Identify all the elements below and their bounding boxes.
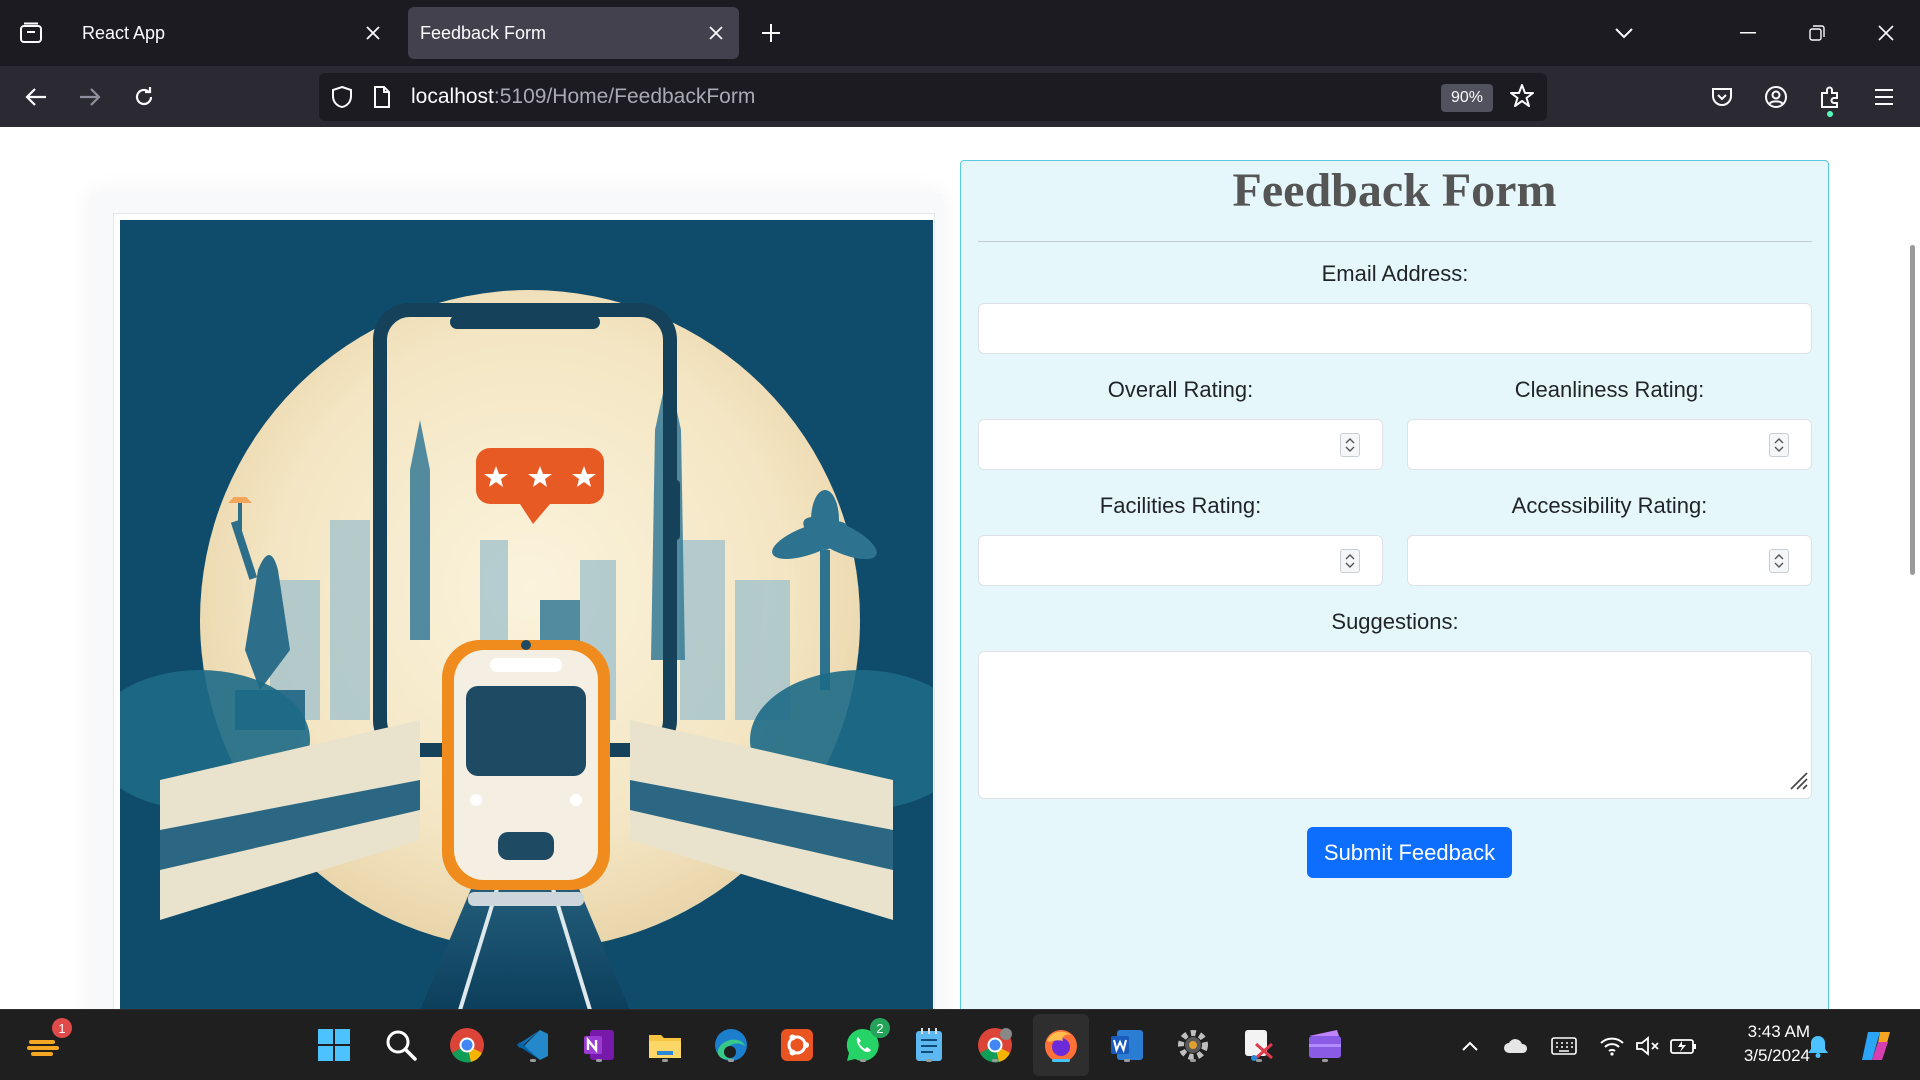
restore-icon[interactable] (1797, 16, 1837, 50)
edge-dev-icon[interactable] (710, 1024, 752, 1066)
running-indicator (662, 1059, 668, 1062)
running-indicator (1190, 1059, 1196, 1062)
whatsapp-icon[interactable]: 2 (842, 1018, 890, 1066)
accessibility-rating-label: Accessibility Rating: (1511, 493, 1708, 518)
tab-feedback-form[interactable]: Feedback Form (408, 7, 739, 59)
running-indicator (530, 1059, 536, 1062)
running-indicator (1052, 1059, 1070, 1062)
url-text[interactable]: localhost:5109/Home/FeedbackForm (411, 85, 755, 109)
url-path: :5109/Home/FeedbackForm (493, 85, 756, 108)
form-title: Feedback Form (1232, 164, 1557, 217)
snipping-tool-icon[interactable] (1238, 1024, 1280, 1066)
vscode-icon[interactable] (512, 1024, 554, 1066)
bookmark-star-icon[interactable] (1509, 83, 1535, 114)
running-indicator (1322, 1059, 1328, 1062)
system-clock[interactable]: 3:43 AM 3/5/2024 (1716, 1020, 1810, 1068)
chrome-icon[interactable] (446, 1024, 488, 1066)
url-bar[interactable]: localhost:5109/Home/FeedbackForm 90% (319, 73, 1547, 121)
onenote-icon[interactable] (578, 1024, 620, 1066)
speaker-muted-icon[interactable] (1634, 1032, 1662, 1060)
suggestions-label: Suggestions: (1331, 609, 1459, 634)
back-arrow-icon[interactable] (16, 77, 56, 117)
feedback-form: Feedback Form Email Address: Overall Rat… (960, 160, 1829, 1009)
cleanliness-rating-input[interactable] (1407, 419, 1812, 470)
notification-badge: 1 (52, 1018, 72, 1038)
page-info-icon[interactable] (373, 85, 391, 114)
word-icon[interactable] (1106, 1024, 1148, 1066)
clock-date: 3/5/2024 (1743, 1046, 1810, 1065)
spinner-arrows-icon[interactable] (1769, 549, 1789, 573)
navigation-toolbar: localhost:5109/Home/FeedbackForm 90% (0, 66, 1920, 127)
account-icon[interactable] (1756, 77, 1796, 117)
email-field[interactable] (978, 303, 1812, 354)
suggestions-textarea[interactable] (978, 651, 1812, 799)
weather-widget-icon[interactable]: 1 (24, 1018, 72, 1066)
notification-bell-icon[interactable] (1804, 1032, 1832, 1060)
spinner-arrows-icon[interactable] (1340, 549, 1360, 573)
onedrive-cloud-icon[interactable] (1502, 1032, 1530, 1060)
close-icon[interactable] (701, 18, 731, 48)
close-icon[interactable] (358, 18, 388, 48)
tab-overview-icon[interactable] (14, 18, 48, 48)
whatsapp-badge: 2 (870, 1018, 890, 1038)
divider (978, 241, 1812, 242)
notepad-icon[interactable] (908, 1024, 950, 1066)
spinner-arrows-icon[interactable] (1769, 433, 1789, 457)
shield-icon[interactable] (331, 85, 353, 114)
facilities-rating-input[interactable] (978, 535, 1383, 586)
resize-handle-icon[interactable] (1786, 768, 1808, 795)
copilot-icon[interactable] (1858, 1028, 1894, 1064)
facilities-rating-label: Facilities Rating: (1099, 493, 1262, 518)
firefox-icon[interactable] (1040, 1024, 1082, 1066)
metro-feedback-illustration (120, 220, 933, 1009)
file-explorer-icon[interactable] (644, 1024, 686, 1066)
chevron-up-icon[interactable] (1456, 1032, 1484, 1060)
running-indicator (728, 1059, 734, 1062)
wifi-icon[interactable] (1598, 1032, 1626, 1060)
taskbar: 1 2 3:43 AM 3/5/2024 (0, 1009, 1920, 1080)
battery-charging-icon[interactable] (1670, 1032, 1698, 1060)
tab-react-app[interactable]: React App (70, 7, 396, 59)
settings-gear-icon[interactable] (1172, 1024, 1214, 1066)
submit-feedback-button[interactable]: Submit Feedback (1307, 827, 1512, 878)
running-indicator (860, 1059, 866, 1062)
tab-label: React App (82, 22, 166, 43)
running-indicator (1124, 1059, 1130, 1062)
reload-icon[interactable] (124, 77, 164, 117)
menu-hamburger-icon[interactable] (1864, 77, 1904, 117)
extension-update-dot (1827, 111, 1833, 117)
page-scrollbar[interactable] (1910, 245, 1915, 575)
zoom-level-badge[interactable]: 90% (1441, 84, 1493, 112)
tab-list-chevron-down-icon[interactable] (1604, 16, 1644, 50)
windows-start-icon[interactable] (313, 1024, 355, 1066)
cleanliness-rating-label: Cleanliness Rating: (1514, 377, 1705, 402)
email-label: Email Address: (1321, 261, 1469, 286)
accessibility-rating-input[interactable] (1407, 535, 1812, 586)
running-indicator (596, 1059, 602, 1062)
tab-label: Feedback Form (420, 22, 547, 43)
clock-time: 3:43 AM (1747, 1022, 1810, 1041)
clipchamp-icon[interactable] (1304, 1024, 1346, 1066)
url-host: localhost (411, 85, 494, 108)
chrome-profile-icon[interactable] (974, 1024, 1016, 1066)
spinner-arrows-icon[interactable] (1340, 433, 1360, 457)
running-indicator (926, 1059, 932, 1062)
forward-arrow-icon[interactable] (70, 77, 110, 117)
new-tab-plus-icon[interactable] (754, 18, 788, 48)
overall-rating-input[interactable] (978, 419, 1383, 470)
tab-bar: React App Feedback Form (0, 0, 1920, 66)
page-viewport: Feedback Form Email Address: Overall Rat… (0, 127, 1920, 1009)
running-indicator (992, 1059, 998, 1062)
window-close-icon[interactable] (1866, 16, 1906, 50)
minimize-icon[interactable] (1728, 16, 1768, 50)
running-indicator (1256, 1059, 1262, 1062)
keyboard-icon[interactable] (1550, 1032, 1578, 1060)
search-icon[interactable] (380, 1024, 422, 1066)
pocket-icon[interactable] (1702, 77, 1742, 117)
overall-rating-label: Overall Rating: (1107, 377, 1254, 402)
ubuntu-icon[interactable] (776, 1024, 818, 1066)
